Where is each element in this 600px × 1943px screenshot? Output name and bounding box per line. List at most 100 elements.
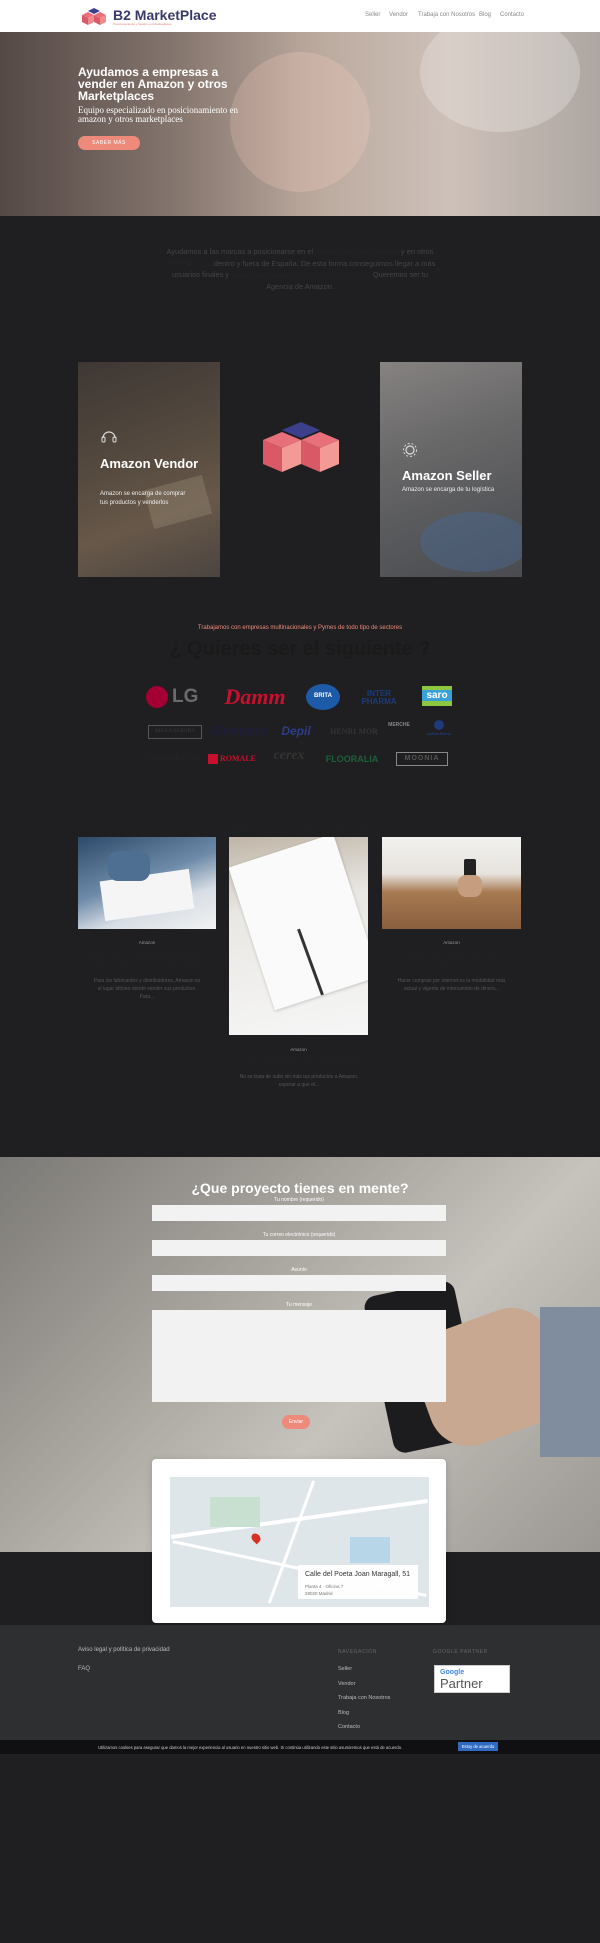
map-water <box>350 1537 390 1563</box>
gallina-icon <box>434 720 444 730</box>
brand-moonia: MOONIA <box>396 752 448 766</box>
clients-preheading: Trabajamos con empresas multinacionales … <box>197 625 403 631</box>
message-label: Tu mensaje <box>286 1302 312 1308</box>
nav-contacto[interactable]: Contacto <box>500 12 524 18</box>
brand-gallina-blanca-logo: Gallina Blanca <box>424 720 454 742</box>
cookie-accept-button[interactable]: Estoy de acuerdo <box>458 1742 498 1751</box>
footer <box>0 1625 600 1740</box>
nav-vendor[interactable]: Vendor <box>389 12 408 18</box>
brand-gallina-blanca: Gallina Blanca <box>426 732 452 736</box>
hero-cta-button[interactable]: SABER MÁS <box>78 136 140 150</box>
brand-flooralia: FLOORALIA <box>325 754 379 764</box>
cubes-logo-icon <box>263 422 339 472</box>
brand-romale-logo: ROMALE <box>208 752 262 766</box>
intro-bold: Marketplaces <box>164 258 212 268</box>
post-2-paper <box>229 837 368 1011</box>
hero-title: Ayudamos a empresas a vender en Amazon y… <box>78 65 228 103</box>
brand-henri-mor: HENRI MOR <box>330 727 378 736</box>
logo-tagline: Posicionamiento y Gestión en Marketplace… <box>113 22 172 26</box>
map-park <box>210 1497 260 1527</box>
google-partner-badge[interactable]: Google Partner <box>434 1665 510 1693</box>
nav-trabaja[interactable]: Trabaja con Nosotros <box>418 12 475 18</box>
brand-brita-logo: BRITA <box>306 684 340 710</box>
map[interactable] <box>170 1477 429 1607</box>
footer-legal-link[interactable]: Aviso legal y política de privacidad <box>78 1647 170 1653</box>
message-textarea[interactable] <box>152 1310 446 1402</box>
brand-merche: MERCHE <box>388 722 410 728</box>
post-3-hand <box>458 875 482 897</box>
hero-banner <box>0 32 600 216</box>
post-3-image[interactable] <box>382 837 521 929</box>
footer-faq-link[interactable]: FAQ <box>78 1666 90 1672</box>
email-input[interactable] <box>152 1240 446 1256</box>
post-1-image[interactable] <box>78 837 216 929</box>
brand-bella-aurora: BELLA AURORA <box>148 725 202 739</box>
intro-bold: Marketplace de Amazon <box>315 247 399 256</box>
address-line-3: 28020 Madrid <box>305 1591 333 1596</box>
brand-depil: Depil <box>281 724 311 738</box>
brand-damm: Damm <box>224 684 286 709</box>
subject-label: Asunto <box>291 1267 307 1273</box>
post-3-excerpt: Hacer compras por internet es la modalid… <box>397 978 506 992</box>
brand-saro: saro <box>422 690 452 701</box>
post-1-title[interactable]: ¿En qué consiste Amazon Seller Central y… <box>82 950 212 972</box>
brand-brita: BRITA <box>314 693 332 699</box>
contact-title: ¿Que proyecto tienes en mente? <box>191 1180 409 1196</box>
intro-bold: aumentar exponencialmente las ventas. <box>231 270 371 279</box>
post-2-image[interactable] <box>229 837 368 1035</box>
post-3-category[interactable]: Amazon <box>382 940 521 945</box>
brand-saro-logo: saro <box>422 686 452 706</box>
subject-input[interactable] <box>152 1275 446 1291</box>
footer-nav-heading: NAVEGACIÓN <box>338 1649 377 1655</box>
google-partner-google: Google <box>440 1669 465 1676</box>
post-1-excerpt: Para los fabricantes y distribuidores, A… <box>93 978 201 1000</box>
address-line-1: Calle del Poeta Joan Maragall, 51 <box>305 1571 411 1578</box>
post-2-title[interactable]: Cómo mejorar tu SEO en Amazon <box>229 1056 368 1067</box>
contact-sleeve-photo <box>540 1307 600 1457</box>
name-input[interactable] <box>152 1205 446 1221</box>
brand-interpharma: INTER PHARMA <box>361 689 397 706</box>
nav-blog[interactable]: Blog <box>479 12 491 18</box>
brand-lg-logo: LG <box>146 684 204 710</box>
footer-nav-blog[interactable]: Blog <box>338 1710 349 1716</box>
footer-partner-heading: GOOGLE PARTNER <box>433 1649 488 1655</box>
vendor-card-text: Amazon se encarga de comprar tus product… <box>100 491 186 506</box>
logo-cube-icon[interactable] <box>80 7 108 27</box>
clients-title: ¿ Quieres ser el siguiente ? <box>169 638 431 660</box>
intro-part: y en otros <box>399 247 434 256</box>
hero-subtitle: Equipo especializado en posicionamiento … <box>78 105 238 124</box>
footer-nav-vendor[interactable]: Vendor <box>338 1681 355 1687</box>
intro-part: Ayudamos a las marcas a posicionarse en … <box>166 247 316 256</box>
hero-overlay <box>0 32 600 216</box>
page-bottom <box>0 1754 600 1943</box>
send-button[interactable]: Enviar <box>282 1415 310 1429</box>
brand-sleepers: Sleepers <box>210 722 269 738</box>
post-2-excerpt: No se trata de subir sin más tus product… <box>239 1074 359 1088</box>
email-label: Tu correo electrónico (requerido) <box>262 1232 336 1238</box>
name-label: Tu nombre (requerido) <box>274 1197 324 1203</box>
post-2-category[interactable]: Amazon <box>229 1047 368 1052</box>
seller-card-text: Amazon se encarga de tu logística <box>402 487 495 493</box>
seller-card-title: Amazon Seller <box>402 468 492 483</box>
brand-masderm: masderm <box>147 750 201 764</box>
seller-card[interactable]: Amazon Seller Amazon se encarga de tu lo… <box>380 362 522 577</box>
footer-nav-seller[interactable]: Seller <box>338 1666 352 1672</box>
post-1-sleeve <box>108 851 150 881</box>
intro-text: Ayudamos a las marcas a posicionarse en … <box>160 246 440 292</box>
map-pin-icon[interactable] <box>249 1531 263 1545</box>
blog-heading: Cosulte nuestras recientes entradas del … <box>220 826 380 835</box>
nav-seller[interactable]: Seller <box>365 12 380 18</box>
footer-nav-trabaja[interactable]: Trabaja con Nosotros <box>338 1695 390 1701</box>
vendor-card[interactable]: Amazon Vendor Amazon se encarga de compr… <box>78 362 220 577</box>
address-line-2: Planta 4 · Oficina 7 <box>305 1584 344 1589</box>
logo-text[interactable]: B2 MarketPlace <box>113 7 217 23</box>
romale-square-icon <box>208 754 218 764</box>
brand-lg: LG <box>172 686 199 707</box>
post-1-category[interactable]: Amazon <box>78 940 216 945</box>
brand-cerex: cerex <box>273 748 305 763</box>
gear-icon <box>403 443 417 457</box>
brand-romale: ROMALE <box>220 754 256 763</box>
lg-circle-icon <box>146 686 168 708</box>
footer-nav-contacto[interactable]: Contacto <box>338 1724 360 1730</box>
post-3-title[interactable]: 7 razones por las que vender en Amazon <box>386 950 517 972</box>
